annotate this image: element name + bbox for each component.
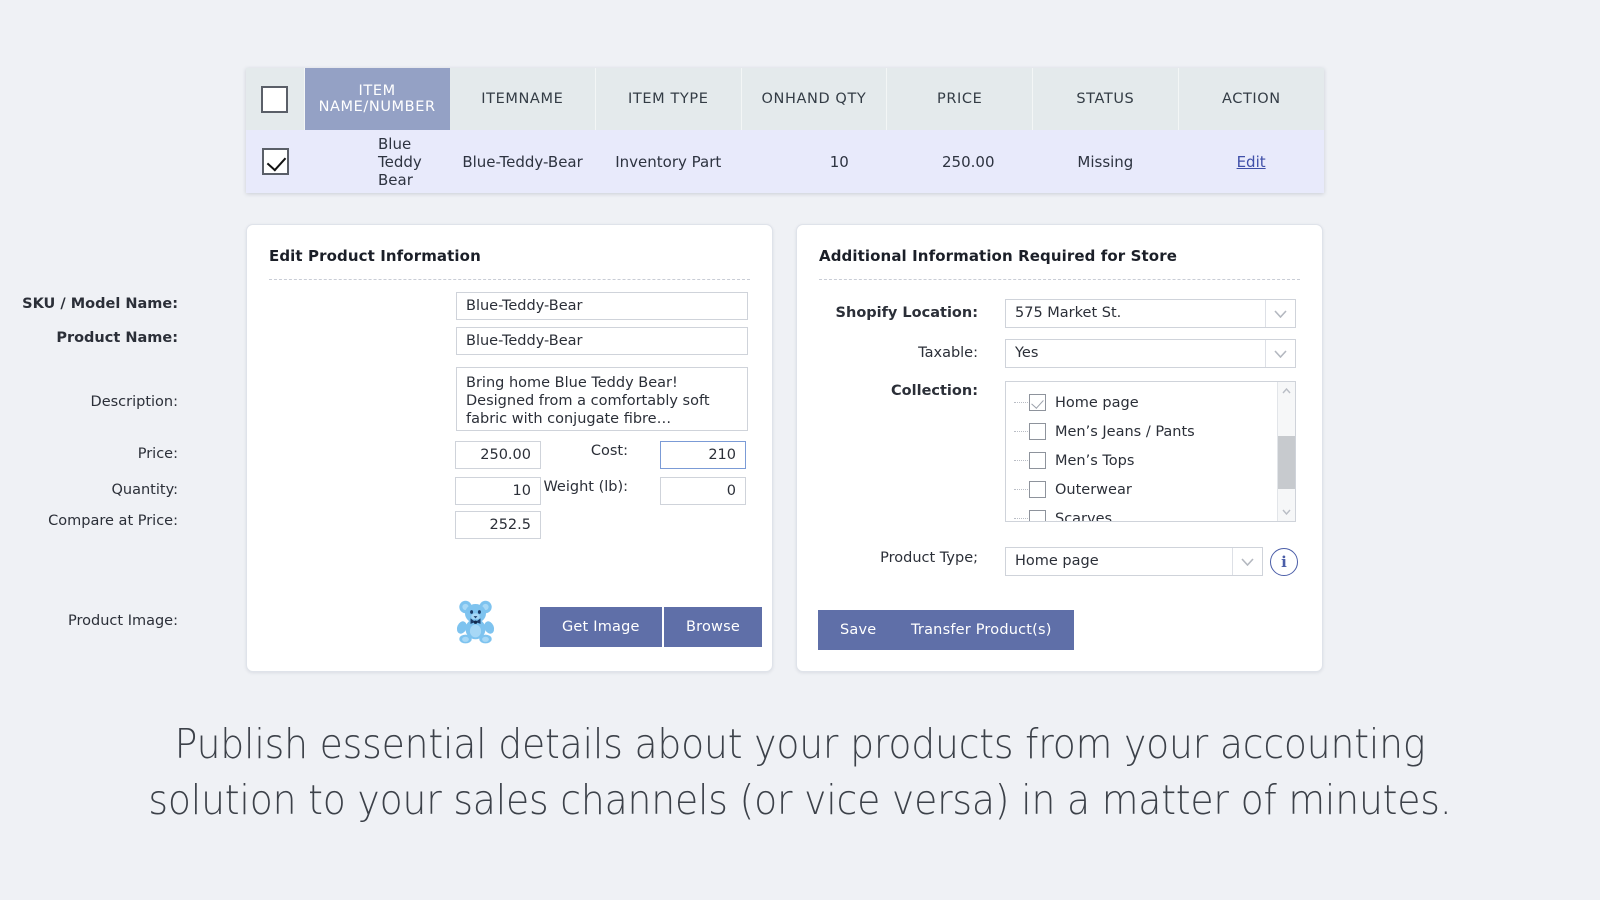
transfer-products-button[interactable]: Transfer Product(s) — [889, 610, 1074, 650]
caption-line-1: Publish essential details about your pro… — [64, 716, 1536, 772]
product-name-input[interactable] — [456, 327, 748, 355]
cell-action: Edit — [1178, 130, 1324, 193]
cell-item-type: Inventory Part — [595, 130, 741, 193]
collection-item-label: Men’s Jeans / Pants — [1055, 424, 1195, 440]
product-type-select[interactable]: Home page — [1005, 547, 1263, 576]
price-label: Price: — [0, 446, 190, 462]
row-select-checkbox[interactable] — [262, 148, 289, 175]
collection-listbox[interactable]: Home page Men’s Jeans / Pants Men’s Tops Ou… — [1005, 381, 1296, 522]
collection-item[interactable]: Outerwear — [1014, 475, 1277, 504]
scrollbar-thumb[interactable] — [1278, 436, 1295, 489]
collection-item[interactable]: Men’s Tops — [1014, 446, 1277, 475]
edit-link[interactable]: Edit — [1237, 153, 1266, 171]
collection-item-checkbox[interactable] — [1029, 481, 1046, 498]
tree-connector — [1014, 460, 1028, 461]
cell-itemname: Blue-Teddy-Bear — [450, 130, 596, 193]
header-item-type[interactable]: ITEM TYPE — [595, 68, 741, 130]
cell-item-name-number: Blue Teddy Bear — [304, 130, 450, 193]
taxable-value: Yes — [1006, 340, 1265, 367]
right-panel-title: Additional Information Required for Stor… — [797, 225, 1322, 265]
collection-scrollbar[interactable] — [1277, 382, 1295, 521]
left-panel-divider — [269, 279, 750, 280]
collection-item-label: Scarves — [1055, 511, 1112, 523]
sku-input[interactable] — [456, 292, 748, 320]
compare-at-price-label: Compare at Price: — [0, 513, 190, 529]
collection-item-label: Men’s Tops — [1055, 453, 1134, 469]
weight-label: Weight (lb): — [540, 479, 640, 495]
scroll-down-icon[interactable] — [1282, 503, 1291, 521]
table-header: ITEM NAME/NUMBER ITEMNAME ITEM TYPE ONHA… — [246, 68, 1324, 130]
collection-item[interactable]: Scarves — [1014, 504, 1277, 522]
chevron-down-icon[interactable] — [1232, 548, 1262, 575]
cell-onhand-qty: 10 — [741, 130, 887, 193]
taxable-select[interactable]: Yes — [1005, 339, 1296, 368]
tree-connector — [1014, 489, 1028, 490]
description-label: Description: — [0, 394, 190, 410]
teddy-bear-image — [452, 596, 502, 646]
product-type-label: Product Type; — [820, 550, 990, 566]
page-caption: Publish essential details about your pro… — [64, 716, 1536, 828]
save-button[interactable]: Save — [818, 610, 898, 650]
collection-item-label: Outerwear — [1055, 482, 1132, 498]
row-select-cell — [246, 130, 304, 193]
cost-label: Cost: — [560, 443, 640, 459]
product-type-value: Home page — [1006, 548, 1232, 575]
collection-item-checkbox[interactable] — [1029, 394, 1046, 411]
tree-connector — [1014, 402, 1028, 403]
table-body: Blue Teddy Bear Blue-Teddy-Bear Inventor… — [246, 130, 1324, 193]
left-panel-title: Edit Product Information — [247, 225, 772, 265]
shopify-location-select[interactable]: 575 Market St. — [1005, 299, 1296, 328]
scrollbar-track[interactable] — [1278, 400, 1295, 503]
chevron-down-icon[interactable] — [1265, 340, 1295, 367]
info-icon[interactable]: i — [1270, 548, 1298, 576]
sku-label: SKU / Model Name: — [0, 296, 190, 312]
cost-input[interactable] — [660, 441, 746, 469]
taxable-label: Taxable: — [820, 345, 990, 361]
description-textarea[interactable] — [456, 367, 748, 431]
compare-at-price-input[interactable] — [455, 511, 541, 539]
collection-item[interactable]: Men’s Jeans / Pants — [1014, 417, 1277, 446]
cell-status: Missing — [1033, 130, 1179, 193]
caption-line-2: solution to your sales channels (or vice… — [64, 772, 1536, 828]
collection-item-checkbox[interactable] — [1029, 423, 1046, 440]
header-item-name-number[interactable]: ITEM NAME/NUMBER — [304, 68, 450, 130]
select-all-checkbox[interactable] — [261, 86, 288, 113]
header-itemname[interactable]: ITEMNAME — [450, 68, 596, 130]
table-header-row: ITEM NAME/NUMBER ITEMNAME ITEM TYPE ONHA… — [246, 68, 1324, 130]
header-select-all-cell — [246, 68, 304, 130]
header-action[interactable]: ACTION — [1178, 68, 1324, 130]
browse-button[interactable]: Browse — [664, 607, 762, 647]
collection-item-checkbox[interactable] — [1029, 452, 1046, 469]
price-input[interactable] — [455, 441, 541, 469]
cell-price: 250.00 — [887, 130, 1033, 193]
product-table-element: ITEM NAME/NUMBER ITEMNAME ITEM TYPE ONHA… — [246, 68, 1324, 193]
header-onhand-qty[interactable]: ONHAND QTY — [741, 68, 887, 130]
scroll-up-icon[interactable] — [1282, 382, 1291, 400]
get-image-button[interactable]: Get Image — [540, 607, 662, 647]
collection-item-label: Home page — [1055, 395, 1139, 411]
weight-input[interactable] — [660, 477, 746, 505]
shopify-location-label: Shopify Location: — [820, 305, 990, 321]
collection-item[interactable]: Home page — [1014, 388, 1277, 417]
tree-connector — [1014, 431, 1028, 432]
right-panel-divider — [819, 279, 1300, 280]
collection-label: Collection: — [820, 383, 990, 399]
collection-items: Home page Men’s Jeans / Pants Men’s Tops Ou… — [1006, 382, 1277, 521]
chevron-down-icon[interactable] — [1265, 300, 1295, 327]
product-image-label: Product Image: — [0, 613, 190, 629]
shopify-location-value: 575 Market St. — [1006, 300, 1265, 327]
collection-item-checkbox[interactable] — [1029, 510, 1046, 522]
header-status[interactable]: STATUS — [1033, 68, 1179, 130]
quantity-label: Quantity: — [0, 482, 190, 498]
product-table: ITEM NAME/NUMBER ITEMNAME ITEM TYPE ONHA… — [246, 68, 1324, 193]
product-name-label: Product Name: — [0, 330, 190, 346]
header-price[interactable]: PRICE — [887, 68, 1033, 130]
tree-connector — [1014, 518, 1028, 519]
table-row: Blue Teddy Bear Blue-Teddy-Bear Inventor… — [246, 130, 1324, 193]
quantity-input[interactable] — [455, 477, 541, 505]
